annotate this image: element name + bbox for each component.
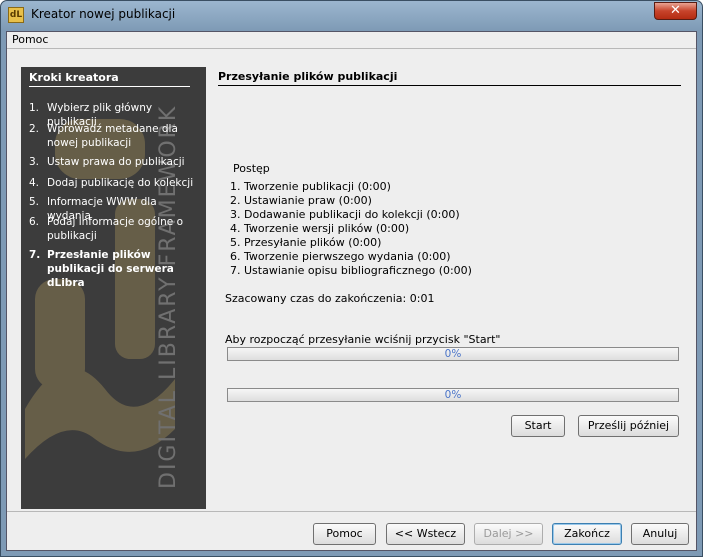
wizard-window: dL Kreator nowej publikacji ✕ Pomoc DIGI… — [0, 0, 703, 557]
progress-step-1: 1. Tworzenie publikacji (0:00) — [230, 180, 391, 193]
send-later-button[interactable]: Prześlij później — [578, 415, 679, 437]
estimated-time: Szacowany czas do zakończenia: 0:01 — [225, 292, 435, 305]
progress-bar-overall: 0% — [227, 347, 679, 361]
title-bar[interactable]: dL Kreator nowej publikacji ✕ — [1, 1, 702, 31]
next-button[interactable]: Dalej >> — [474, 523, 543, 545]
progress-step-4: 4. Tworzenie wersji plików (0:00) — [230, 222, 410, 235]
page-title: Przesyłanie plików publikacji — [218, 70, 681, 86]
start-button[interactable]: Start — [511, 415, 565, 437]
help-button[interactable]: Pomoc — [313, 523, 376, 545]
start-hint: Aby rozpocząć przesyłanie wciśnij przyci… — [225, 333, 501, 346]
steps-title: Kroki kreatora — [29, 71, 190, 87]
steps-panel: DIGITAL LIBRARY FRAMEWORK Kroki kreatora… — [21, 67, 206, 509]
back-button[interactable]: << Wstecz — [386, 523, 465, 545]
menu-bar: Pomoc — [7, 32, 696, 49]
cancel-button[interactable]: Anuluj — [631, 523, 689, 545]
progress-bar-current: 0% — [227, 388, 679, 402]
progress-step-2: 2. Ustawianie praw (0:00) — [230, 194, 372, 207]
footer-separator — [7, 511, 696, 512]
finish-button[interactable]: Zakończ — [552, 523, 622, 545]
progress-step-3: 3. Dodawanie publikacji do kolekcji (0:0… — [230, 208, 460, 221]
progress-heading: Postęp — [233, 162, 270, 175]
menu-help[interactable]: Pomoc — [12, 33, 48, 46]
close-icon[interactable]: ✕ — [654, 2, 697, 20]
progress-step-5: 5. Przesyłanie plików (0:00) — [230, 236, 382, 249]
app-icon: dL — [8, 7, 24, 23]
progress-step-7: 7. Ustawianie opisu bibliograficznego (0… — [230, 264, 472, 277]
window-title: Kreator nowej publikacji — [31, 7, 176, 21]
client-area: Pomoc DIGITAL LIBRARY FRAMEWORK Kroki kr… — [6, 31, 697, 551]
progress-step-6: 6. Tworzenie pierwszego wydania (0:00) — [230, 250, 451, 263]
